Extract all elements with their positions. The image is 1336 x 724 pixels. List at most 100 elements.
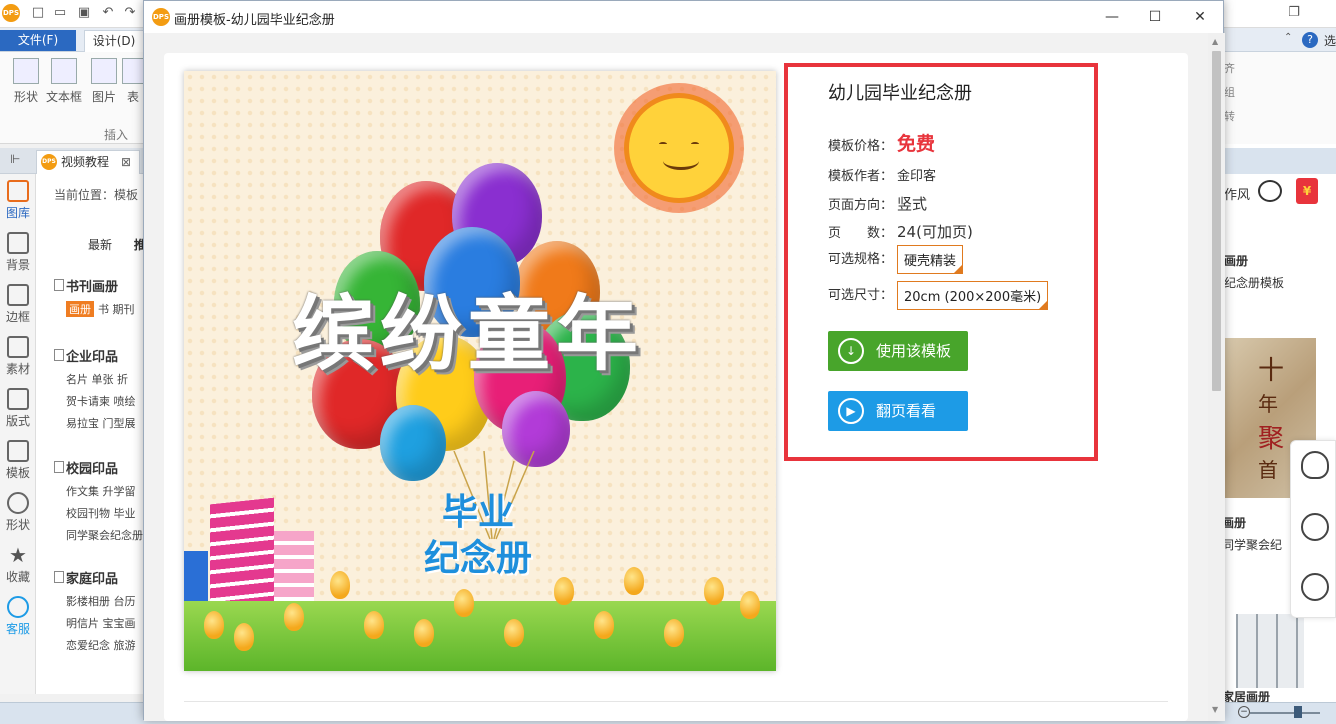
category-chip-album[interactable]: 画册 bbox=[66, 301, 94, 317]
tab-newest[interactable]: 最新 bbox=[88, 238, 112, 252]
section-head[interactable]: 家庭印品 bbox=[54, 568, 146, 587]
leftbar-border[interactable]: 边框 bbox=[0, 284, 36, 325]
section-row: 画册书 期刊 bbox=[54, 301, 146, 317]
maximize-button[interactable]: ☐ bbox=[1145, 7, 1165, 27]
minimize-button[interactable]: — bbox=[1102, 7, 1122, 27]
price-value: 免费 bbox=[897, 133, 936, 155]
category-link-row[interactable]: 恋爱纪念 旅游 bbox=[54, 637, 146, 653]
message-icon[interactable] bbox=[1258, 180, 1282, 202]
pages-row: 页 数： 24(可加页) bbox=[828, 223, 973, 241]
sun-illustration bbox=[624, 93, 734, 203]
leftbar-template[interactable]: 模板 bbox=[0, 440, 36, 481]
leftbar-shape[interactable]: 形状 bbox=[0, 492, 36, 533]
zoom-slider-thumb[interactable] bbox=[1294, 706, 1302, 718]
undo-icon[interactable]: ↶ bbox=[100, 5, 116, 21]
leftbar-favorites[interactable]: ★ 收藏 bbox=[0, 544, 36, 585]
category-link-row[interactable]: 贺卡请柬 喷绘 bbox=[54, 393, 146, 409]
leftbar-service[interactable]: 客服 bbox=[0, 596, 36, 637]
flip-preview-button[interactable]: ▶ 翻页看看 bbox=[828, 391, 968, 431]
ribbon-textbox-button[interactable]: 文本框 bbox=[44, 58, 84, 105]
left-toolbar: 图库 背景 边框 素材 版式 模板 形状 ★ 收藏 客服 bbox=[0, 174, 36, 694]
leftbar-material[interactable]: 素材 bbox=[0, 336, 36, 377]
zoom-slider[interactable] bbox=[1250, 712, 1320, 714]
author-row: 模板作者： 金印客 bbox=[828, 169, 937, 184]
category-link-row[interactable]: 作文集 升学留 bbox=[54, 483, 146, 499]
ribbon-shape-button[interactable]: 形状 bbox=[8, 58, 44, 105]
template-icon bbox=[7, 440, 29, 462]
dialog-scrollbar[interactable]: ▲ ▼ bbox=[1208, 33, 1225, 721]
background-icon bbox=[7, 232, 29, 254]
category-link-row[interactable]: 明信片 宝宝画 bbox=[54, 615, 146, 631]
right-card2-sub: 同学聚会纪 bbox=[1222, 538, 1283, 552]
scroll-up-arrow[interactable]: ▲ bbox=[1212, 37, 1218, 46]
cover-subtitle-1: 毕业 bbox=[442, 492, 515, 533]
collapse-ribbon-icon[interactable]: ⌃ bbox=[1284, 32, 1298, 46]
open-folder-icon[interactable]: ▭ bbox=[52, 5, 68, 21]
download-icon: ↓ bbox=[838, 338, 864, 364]
red-packet-icon[interactable]: ¥ bbox=[1296, 178, 1318, 204]
section-head[interactable]: 书刊画册 bbox=[54, 276, 146, 295]
dialog-title: 画册模板-幼儿园毕业纪念册 bbox=[174, 13, 335, 28]
category-tabs: 最新 推 bbox=[88, 236, 146, 253]
panel-toggle-icon[interactable]: ⊩ bbox=[10, 152, 20, 166]
orientation-value: 竖式 bbox=[897, 195, 928, 213]
category-link-row[interactable]: 影楼相册 台历 bbox=[54, 593, 146, 609]
dps-tab-icon: DPS bbox=[41, 154, 57, 170]
shape-icon bbox=[13, 58, 39, 84]
leftbar-layout[interactable]: 版式 bbox=[0, 388, 36, 429]
use-template-button[interactable]: ↓ 使用该模板 bbox=[828, 331, 968, 371]
right-template-card[interactable]: 画册 纪念册模板 bbox=[1222, 230, 1316, 300]
spec-row: 可选规格： 硬壳精装 bbox=[828, 245, 964, 274]
headset-icon[interactable] bbox=[1301, 573, 1329, 601]
doc-tab-video-tutorial[interactable]: DPS 视频教程 ⊠ bbox=[36, 150, 140, 174]
restore-window-icon[interactable]: ❐ bbox=[1286, 5, 1302, 21]
right-card2-title: 画册 bbox=[1222, 516, 1247, 530]
ribbon-group-label: 插入 bbox=[104, 128, 129, 142]
template-name: 幼儿园毕业纪念册 bbox=[828, 83, 972, 104]
category-link-row[interactable]: 名片 单张 折 bbox=[54, 371, 146, 387]
tab-design[interactable]: 设计(D) bbox=[84, 30, 144, 52]
chat-icon bbox=[7, 596, 29, 618]
border-icon bbox=[7, 284, 29, 306]
gallery-icon bbox=[7, 180, 29, 202]
category-section-enterprise: 企业印品 名片 单张 折 贺卡请柬 喷绘 易拉宝 门型展 bbox=[54, 346, 146, 431]
shape-gear-icon bbox=[7, 492, 29, 514]
options-label[interactable]: 选 bbox=[1324, 32, 1336, 49]
category-link[interactable]: 书 期刊 bbox=[98, 303, 135, 316]
qq-icon[interactable] bbox=[1301, 451, 1329, 479]
spec-option[interactable]: 硬壳精装 bbox=[897, 245, 964, 274]
wechat-icon[interactable] bbox=[1301, 513, 1329, 541]
ribbon-picture-button[interactable]: 图片 bbox=[86, 58, 122, 105]
orientation-row: 页面方向： 竖式 bbox=[828, 195, 928, 213]
help-icon[interactable]: ? bbox=[1302, 32, 1318, 48]
size-row: 可选尺寸： 20cm (200×200毫米) bbox=[828, 281, 1049, 310]
price-row: 模板价格： 免费 bbox=[828, 133, 936, 155]
scrollbar-thumb[interactable] bbox=[1212, 51, 1221, 391]
category-link-row[interactable]: 易拉宝 门型展 bbox=[54, 415, 146, 431]
dialog-titlebar: DPS 画册模板-幼儿园毕业纪念册 — ☐ ✕ bbox=[144, 1, 1223, 33]
category-link-row[interactable]: 同学聚会纪念册 bbox=[54, 527, 146, 543]
star-icon: ★ bbox=[9, 543, 27, 567]
scroll-down-arrow[interactable]: ▼ bbox=[1212, 705, 1218, 714]
save-icon[interactable]: ▣ bbox=[76, 5, 92, 21]
leftbar-gallery[interactable]: 图库 bbox=[0, 180, 36, 221]
ribbon-table-button[interactable]: 表 bbox=[122, 58, 144, 105]
section-head[interactable]: 企业印品 bbox=[54, 346, 146, 365]
breadcrumb: 当前位置：模板 bbox=[54, 188, 139, 202]
section-head[interactable]: 校园印品 bbox=[54, 458, 146, 477]
new-file-icon[interactable]: □ bbox=[30, 5, 46, 21]
close-tab-icon[interactable]: ⊠ bbox=[121, 151, 131, 173]
leftbar-background[interactable]: 背景 bbox=[0, 232, 36, 273]
right-tabstrip bbox=[1222, 148, 1336, 174]
right-tools: 作风 ¥ bbox=[1222, 178, 1336, 208]
right-ribbon: 齐 组 转 bbox=[1222, 52, 1336, 144]
layout-icon bbox=[7, 388, 29, 410]
template-preview-dialog: DPS 画册模板-幼儿园毕业纪念册 — ☐ ✕ ▲ ▼ 缤纷童年 毕业 纪念册 … bbox=[143, 0, 1225, 721]
right-template-thumbnail-home[interactable] bbox=[1236, 614, 1304, 688]
tab-file[interactable]: 文件(F) bbox=[0, 30, 76, 51]
redo-icon[interactable]: ↷ bbox=[122, 5, 138, 21]
category-link-row[interactable]: 校园刊物 毕业 bbox=[54, 505, 146, 521]
size-option[interactable]: 20cm (200×200毫米) bbox=[897, 281, 1049, 310]
close-button[interactable]: ✕ bbox=[1190, 7, 1210, 27]
zoom-out-icon[interactable]: − bbox=[1238, 706, 1250, 718]
